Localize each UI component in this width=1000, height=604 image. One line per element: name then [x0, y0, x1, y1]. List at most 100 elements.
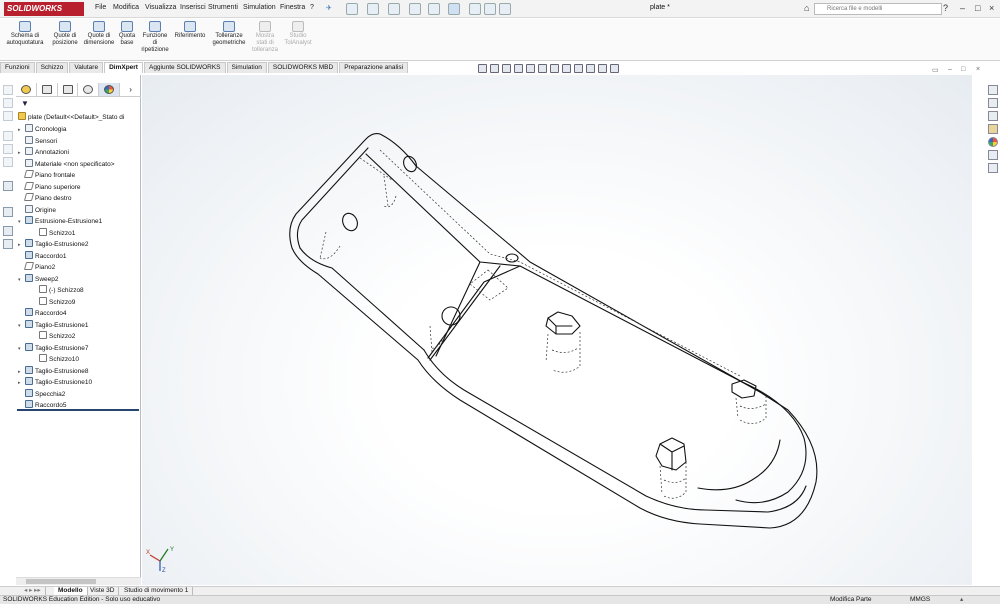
tree-item[interactable]: ▸ Annotazioni — [18, 147, 69, 158]
help-button[interactable]: ? — [943, 3, 948, 14]
tree-item[interactable]: Raccordo4 — [18, 308, 66, 319]
tree-item[interactable]: ▾ Taglio-Estrusione1 — [18, 319, 88, 331]
strip-icon-10[interactable] — [3, 239, 13, 249]
tree-item[interactable]: Sensori — [18, 135, 57, 147]
close-button[interactable]: × — [989, 3, 994, 14]
tree-item[interactable]: Piano frontale — [18, 170, 75, 181]
status-units[interactable]: MMGS — [910, 596, 930, 604]
zoom-to-fit-icon[interactable] — [478, 64, 487, 73]
strip-icon-9[interactable] — [3, 226, 13, 236]
file-explorer-icon[interactable] — [988, 111, 998, 121]
forum-icon[interactable] — [988, 163, 998, 173]
view-palette-icon[interactable] — [988, 124, 998, 134]
print-icon[interactable] — [409, 3, 421, 15]
tree-item[interactable]: ▸ Taglio-Estrusione10 — [18, 377, 92, 388]
section-view-icon[interactable] — [514, 64, 523, 73]
custom-properties-icon[interactable] — [988, 150, 998, 160]
view-orientation-icon[interactable] — [538, 64, 547, 73]
tab-viste-3d[interactable]: Viste 3D — [86, 587, 120, 595]
expand-arrow-icon[interactable]: › — [120, 83, 141, 96]
tree-item[interactable]: Schizzo10 — [32, 354, 79, 365]
status-dropdown-icon[interactable]: ▴ — [960, 596, 963, 604]
strip-icon-4[interactable] — [3, 131, 13, 141]
strip-icon-8[interactable] — [3, 207, 13, 217]
tree-item[interactable]: ▾ Taglio-Estrusione7 — [18, 342, 88, 355]
menu-strumenti[interactable]: Strumenti — [208, 4, 238, 11]
size-dimension-button[interactable]: Quote di dimensione — [82, 21, 116, 47]
tree-item[interactable]: Origine — [18, 204, 56, 216]
expand-toggle-icon[interactable]: ▾ — [18, 217, 25, 228]
tab-preparazione-analisi[interactable]: Preparazione analisi — [339, 62, 409, 73]
strip-icon-5[interactable] — [3, 144, 13, 154]
tree-horizontal-scrollbar[interactable] — [16, 577, 141, 585]
strip-icon-2[interactable] — [3, 98, 13, 108]
tree-root[interactable]: plate (Default<<Default>_Stato di — [18, 112, 124, 123]
feature-tree-tab[interactable] — [16, 83, 37, 96]
save-icon[interactable] — [388, 3, 400, 15]
solidworks-logo[interactable]: SOLIDWORKS — [4, 2, 84, 16]
tree-item[interactable]: ▾ Sweep2 — [18, 273, 59, 286]
search-input[interactable]: Ricerca file e modelli — [814, 3, 942, 15]
dynamic-annotation-icon[interactable] — [526, 64, 535, 73]
display-style-icon[interactable] — [550, 64, 559, 73]
tab-schizzo[interactable]: Schizzo — [35, 62, 69, 73]
menu-finestra[interactable]: Finestra — [280, 4, 305, 11]
menu-simulation[interactable]: Simulation — [243, 4, 276, 11]
restore-button[interactable]: □ — [975, 3, 980, 14]
tree-item[interactable]: ▾ Estrusione-Estrusione1 — [18, 216, 102, 227]
edit-appearance-icon[interactable] — [574, 64, 583, 73]
bottom-nav-arrows[interactable]: ◂ ▸ ▸▸ — [20, 587, 46, 595]
tab-studio-movimento[interactable]: Studio di movimento 1 — [120, 587, 194, 595]
new-document-icon[interactable] — [346, 3, 358, 15]
minimize-button[interactable]: – — [960, 3, 965, 14]
select-icon[interactable] — [448, 3, 460, 15]
strip-icon-1[interactable] — [3, 85, 13, 95]
expand-toggle-icon[interactable]: ▸ — [18, 125, 25, 136]
menu-help[interactable]: ? — [310, 4, 314, 11]
configuration-manager-tab[interactable] — [58, 83, 79, 96]
previous-view-icon[interactable] — [502, 64, 511, 73]
expand-toggle-icon[interactable]: ▸ — [18, 378, 25, 389]
tree-item[interactable]: Piano superiore — [18, 181, 81, 193]
expand-toggle-icon[interactable]: ▸ — [18, 240, 25, 251]
tree-item[interactable]: Raccordo1 — [18, 250, 66, 262]
viewport-maximize-icon[interactable]: □ — [961, 66, 965, 73]
display-manager-tab[interactable] — [99, 83, 121, 96]
viewport-close-icon[interactable]: × — [976, 66, 980, 73]
pin-icon[interactable]: ✈ — [326, 4, 332, 12]
apply-scene-icon[interactable] — [586, 64, 595, 73]
tolanalyst-study-button[interactable]: Studio TolAnalyst — [282, 21, 314, 47]
tree-item[interactable]: ▸ Taglio-Estrusione2 — [18, 239, 88, 250]
filter-icon[interactable]: ▼ — [21, 99, 29, 108]
undo-icon[interactable] — [428, 3, 440, 15]
pattern-feature-button[interactable]: Funzione di ripetizione — [140, 21, 170, 54]
expand-toggle-icon[interactable]: ▸ — [18, 148, 25, 159]
tree-item[interactable]: Specchia2 — [18, 388, 65, 400]
tab-aggiunte[interactable]: Aggiunte SOLIDWORKS — [143, 62, 226, 73]
strip-icon-6[interactable] — [3, 157, 13, 167]
dimxpert-manager-tab[interactable] — [78, 83, 100, 96]
tree-item[interactable]: Schizzo1 — [32, 227, 75, 239]
tab-valutare[interactable]: Valutare — [69, 62, 104, 73]
viewport-minimize-icon[interactable]: – — [948, 66, 952, 73]
graphics-viewport[interactable]: Y X Z — [142, 75, 972, 585]
show-tolerance-status-button[interactable]: Mostra stati di tolleranza — [250, 21, 280, 54]
rebuild-icon[interactable] — [469, 3, 481, 15]
menu-inserisci[interactable]: Inserisci — [180, 4, 206, 11]
expand-toggle-icon[interactable]: ▾ — [18, 275, 25, 286]
datum-button[interactable]: Riferimento — [172, 21, 208, 40]
expand-toggle-icon[interactable]: ▾ — [18, 344, 25, 355]
scrollbar-thumb[interactable] — [26, 579, 96, 584]
tab-modello[interactable]: Modello — [54, 587, 88, 595]
expand-toggle-icon[interactable]: ▸ — [18, 367, 25, 378]
solidworks-resources-icon[interactable] — [988, 85, 998, 95]
strip-icon-7[interactable] — [3, 181, 13, 191]
menu-modifica[interactable]: Modifica — [113, 4, 139, 11]
tree-item[interactable]: Piano destro — [18, 193, 72, 204]
property-manager-tab[interactable] — [37, 83, 58, 96]
geometric-tolerance-button[interactable]: Tolleranze geometriche — [211, 21, 247, 47]
auto-dimension-scheme-button[interactable]: Schema di autoquotatura — [4, 21, 46, 47]
monitor-icon[interactable] — [610, 64, 619, 73]
strip-icon-3[interactable] — [3, 111, 13, 121]
tree-item[interactable]: Schizzo9 — [32, 296, 75, 308]
